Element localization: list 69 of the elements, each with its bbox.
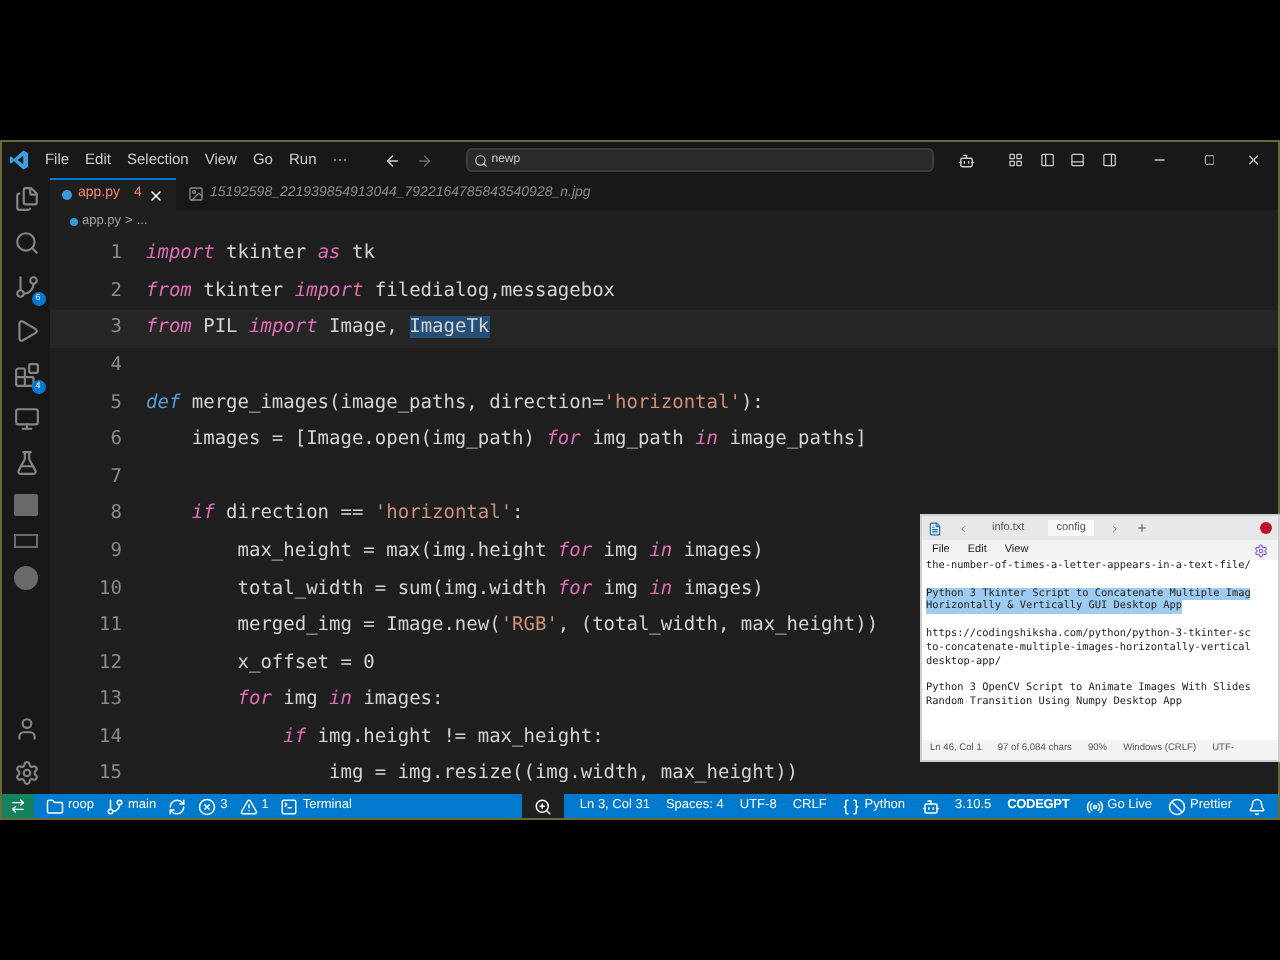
line-number: 9 xyxy=(108,537,124,566)
close-icon[interactable] xyxy=(1246,152,1263,168)
forward-arrow-icon[interactable] xyxy=(416,151,434,169)
app-logo-icon xyxy=(10,150,29,170)
settings-icon[interactable] xyxy=(1254,543,1268,557)
zoom-button[interactable] xyxy=(521,794,564,818)
line-number: 6 xyxy=(108,426,124,455)
zoom-icon xyxy=(533,797,552,815)
line-number: 15 xyxy=(97,760,124,789)
notepad-icon xyxy=(928,521,942,535)
line-number: 11 xyxy=(97,612,124,641)
back-arrow-icon[interactable] xyxy=(383,151,401,169)
search-icon[interactable] xyxy=(13,230,39,256)
restore-icon[interactable] xyxy=(1203,154,1215,166)
warning-icon xyxy=(239,797,258,815)
sync-icon[interactable] xyxy=(168,797,187,815)
remote-button[interactable] xyxy=(2,794,34,818)
line-number: 7 xyxy=(108,463,124,492)
terminal-icon xyxy=(280,797,299,815)
prohibited-icon xyxy=(1168,797,1187,815)
code-line: from PIL import Image, ImageTk xyxy=(146,314,490,343)
remote-icon xyxy=(10,798,26,814)
line-number: 3 xyxy=(108,314,124,343)
line-number: 2 xyxy=(108,277,124,306)
panel-left-icon[interactable] xyxy=(1039,152,1055,168)
braces-icon xyxy=(842,797,861,815)
line-number: 12 xyxy=(97,649,124,678)
code-line: import tkinter as tk xyxy=(146,240,375,269)
code-line: img = img.resize((img.width, max_height)) xyxy=(327,760,799,789)
branch-icon xyxy=(106,797,125,815)
close-icon[interactable] xyxy=(147,187,164,203)
extensions-icon[interactable] xyxy=(13,362,39,388)
code-line: x_offset = 0 xyxy=(235,649,375,678)
panel-bottom-icon[interactable] xyxy=(1070,152,1086,168)
python-file-icon xyxy=(70,218,78,226)
robot-icon[interactable] xyxy=(958,151,976,169)
line-number: 13 xyxy=(97,686,124,715)
line-number: 14 xyxy=(97,723,124,752)
run-debug-icon[interactable] xyxy=(13,318,39,344)
search-icon xyxy=(473,153,488,167)
code-line: if img.height != max_height: xyxy=(281,723,604,752)
code-line: def merge_images(image_paths, direction='horizontal'): xyxy=(146,389,764,418)
notification-icon[interactable] xyxy=(1248,797,1266,815)
python-file-icon xyxy=(62,190,72,200)
code-line: max_height = max(img.height for img in images) xyxy=(235,537,764,566)
line-number: 1 xyxy=(108,240,124,269)
code-line: from tkinter import filedialog,messagebox xyxy=(146,277,616,306)
panel-right-icon[interactable] xyxy=(1101,152,1117,168)
code-line: images = [Image.open(img_path) for img_path in image_paths] xyxy=(189,426,867,455)
code-line: merged_img = Image.new('RGB', (total_width, max_height)) xyxy=(235,612,879,641)
account-icon[interactable] xyxy=(13,716,39,742)
layout-icon[interactable] xyxy=(1007,152,1024,168)
line-number: 5 xyxy=(108,389,124,418)
monitor-icon[interactable] xyxy=(13,406,39,432)
files-icon[interactable] xyxy=(13,186,39,212)
new-tab-icon[interactable] xyxy=(1135,522,1148,534)
settings-icon[interactable] xyxy=(13,760,39,786)
broadcast-icon xyxy=(1085,797,1104,815)
image-file-icon xyxy=(187,186,204,202)
folder-icon xyxy=(46,797,64,815)
flask-icon[interactable] xyxy=(13,450,39,476)
source-control-icon[interactable] xyxy=(13,274,39,300)
code-line: total_width = sum(img.width for img in images) xyxy=(235,575,764,604)
code-line: if direction == 'horizontal': xyxy=(189,500,524,529)
line-number: 4 xyxy=(108,351,124,380)
line-number: 8 xyxy=(108,500,124,529)
code-line: for img in images: xyxy=(235,686,444,715)
line-number: 10 xyxy=(97,575,124,604)
error-icon xyxy=(198,797,217,815)
